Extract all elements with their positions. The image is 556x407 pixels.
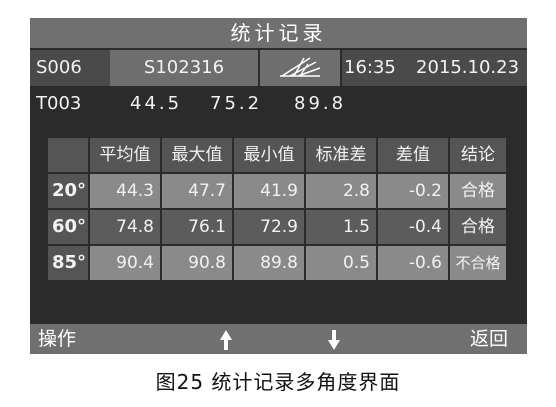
header-result: 结论 bbox=[450, 138, 506, 172]
figure-caption: 图25 统计记录多角度界面 bbox=[155, 370, 401, 394]
table-cell: 0.5 bbox=[306, 246, 376, 280]
table-corner bbox=[48, 138, 88, 172]
header-std: 标准差 bbox=[306, 138, 376, 172]
table-cell: 47.7 bbox=[162, 174, 232, 208]
table-cell: 41.9 bbox=[234, 174, 304, 208]
table-cell-result: 合格 bbox=[450, 174, 506, 208]
info-row: S006 S102316 16:35 2015.10.23 bbox=[30, 50, 527, 86]
table-cell: 1.5 bbox=[306, 210, 376, 244]
table-cell: 90.8 bbox=[162, 246, 232, 280]
table-cell: 74.8 bbox=[90, 210, 160, 244]
table-cell: -0.2 bbox=[378, 174, 448, 208]
header-diff: 差值 bbox=[378, 138, 448, 172]
screen-title: 统计记录 bbox=[30, 18, 527, 48]
table-cell: -0.4 bbox=[378, 210, 448, 244]
row-angle-85: 85° bbox=[48, 246, 88, 280]
header-min: 最小值 bbox=[234, 138, 304, 172]
reading-20: 44.5 bbox=[130, 93, 183, 114]
current-reading-row: T003 44.5 75.2 89.8 bbox=[30, 88, 527, 120]
time-display: 16:35 bbox=[344, 57, 396, 78]
table-cell: -0.6 bbox=[378, 246, 448, 280]
table-cell-result: 不合格 bbox=[450, 246, 506, 280]
header-avg: 平均值 bbox=[90, 138, 160, 172]
table-cell: 76.1 bbox=[162, 210, 232, 244]
device-screen: 统计记录 S006 S102316 16:35 2015.10.23 T003 … bbox=[30, 18, 527, 354]
sample-id: S006 bbox=[36, 57, 82, 78]
date-display: 2015.10.23 bbox=[416, 57, 520, 78]
table-cell: 90.4 bbox=[90, 246, 160, 280]
table-cell: 72.9 bbox=[234, 210, 304, 244]
header-max: 最大值 bbox=[162, 138, 232, 172]
softkey-bar: 操作 返回 bbox=[30, 324, 527, 354]
table-cell: 89.8 bbox=[234, 246, 304, 280]
record-id: T003 bbox=[36, 93, 82, 114]
standard-id: S102316 bbox=[110, 50, 258, 86]
row-angle-20: 20° bbox=[48, 174, 88, 208]
reading-85: 89.8 bbox=[294, 93, 347, 114]
gloss-angle-icon bbox=[260, 50, 340, 86]
table-cell-result: 合格 bbox=[450, 210, 506, 244]
back-softkey[interactable]: 返回 bbox=[470, 324, 508, 354]
reading-60: 75.2 bbox=[210, 93, 263, 114]
operate-softkey[interactable]: 操作 bbox=[38, 324, 76, 354]
table-cell: 44.3 bbox=[90, 174, 160, 208]
up-arrow-icon[interactable] bbox=[216, 324, 236, 354]
row-angle-60: 60° bbox=[48, 210, 88, 244]
table-cell: 2.8 bbox=[306, 174, 376, 208]
down-arrow-icon[interactable] bbox=[324, 324, 344, 354]
